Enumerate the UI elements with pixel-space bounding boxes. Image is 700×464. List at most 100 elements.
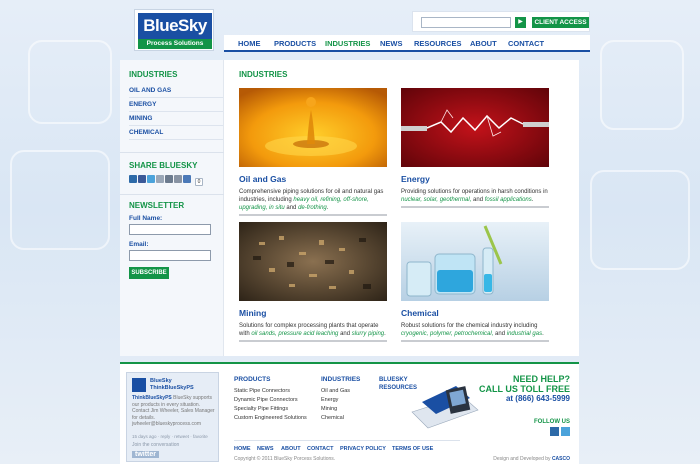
footer-product-link[interactable]: Specialty Pipe Fittings: [234, 406, 288, 412]
full-name-field[interactable]: [129, 224, 211, 235]
twitter-account-name[interactable]: BlueSky ThinkBlueSkyPS: [150, 378, 194, 392]
share-count: 0: [195, 178, 203, 186]
sidebar-item-mining[interactable]: MINING: [129, 115, 223, 126]
designer-credit-prefix: Design and Developed by: [493, 456, 552, 462]
full-name-label: Full Name:: [129, 215, 163, 222]
card-desc-highlight[interactable]: nuclear, solar, geothermal,: [401, 197, 471, 203]
card-desc-text: and: [338, 331, 352, 337]
nav-resources[interactable]: RESOURCES: [414, 39, 462, 48]
email-field[interactable]: [129, 250, 211, 261]
card-desc-highlight[interactable]: de-frothing: [298, 205, 327, 211]
search-input[interactable]: [421, 17, 511, 28]
nav-news[interactable]: NEWS: [380, 39, 403, 48]
follow-us-label: FOLLOW US: [534, 419, 570, 425]
linkedin-icon[interactable]: [129, 175, 137, 183]
content-panel: INDUSTRIES OIL AND GAS ENERGY MINING CHE…: [120, 60, 579, 356]
client-access-button[interactable]: CLIENT ACCESS: [532, 17, 589, 28]
logo-tagline: Process Solutions: [138, 39, 212, 49]
card-title[interactable]: Chemical: [401, 308, 549, 318]
share-icon[interactable]: [165, 175, 173, 183]
linkedin-icon[interactable]: [550, 427, 559, 436]
ore-rock-image[interactable]: [239, 222, 387, 301]
footer: BlueSky ThinkBlueSkyPS ThinkBlueSkyPS Blu…: [120, 362, 579, 464]
footer-nav-about[interactable]: ABOUT: [281, 446, 301, 452]
card-desc-text: Providing solutions for operations in ha…: [401, 189, 548, 195]
card-desc-highlight[interactable]: oil sands, pressure acid leaching: [251, 331, 338, 337]
facebook-icon[interactable]: [138, 175, 146, 183]
nav-contact[interactable]: CONTACT: [508, 39, 544, 48]
help-callout: NEED HELP? CALL US TOLL FREE at (866) 64…: [479, 374, 570, 404]
footer-industry-link[interactable]: Oil and Gas: [321, 388, 350, 394]
print-icon[interactable]: [174, 175, 182, 183]
help-heading: NEED HELP?: [512, 374, 570, 384]
sidebar-item-energy[interactable]: ENERGY: [129, 101, 223, 112]
card-desc-text: and: [284, 205, 299, 211]
twitter-icon[interactable]: [561, 427, 570, 436]
subscribe-button[interactable]: SUBSCRIBE: [129, 267, 169, 279]
footer-divider: [234, 440, 460, 441]
sidebar-item-chemical[interactable]: CHEMICAL: [129, 129, 223, 140]
page-title: INDUSTRIES: [239, 70, 288, 79]
digg-icon[interactable]: [156, 175, 164, 183]
designer-link[interactable]: CASCO: [552, 456, 570, 462]
email-label: Email:: [129, 241, 149, 248]
footer-product-link[interactable]: Custom Engineered Solutions: [234, 415, 307, 421]
share-heading: SHARE BLUESKY: [129, 161, 198, 170]
help-phone[interactable]: at (866) 643-5999: [479, 394, 570, 404]
footer-nav-news[interactable]: NEWS: [257, 446, 274, 452]
card-desc-highlight[interactable]: slurry piping: [352, 331, 384, 337]
newsletter-heading: NEWSLETTER: [129, 201, 185, 210]
tweet-text: ThinkBlueSkyPS BlueSky supports our prod…: [132, 395, 216, 428]
search-bar: ▶ CLIENT ACCESS: [412, 11, 590, 32]
tweet-meta[interactable]: 15 days ago · reply · retweet · favorite: [132, 434, 208, 439]
background-decoration: [28, 40, 112, 124]
search-go-button[interactable]: ▶: [515, 17, 526, 28]
nav-home[interactable]: HOME: [238, 39, 261, 48]
card-desc-text: .: [531, 197, 534, 203]
card-description: Providing solutions for operations in ha…: [401, 188, 549, 208]
industry-card-oil-and-gas: Oil and Gas Comprehensive piping solutio…: [239, 88, 387, 216]
footer-nav-terms-of-use[interactable]: TERMS OF USE: [392, 446, 433, 452]
card-desc-highlight[interactable]: industrial gas: [507, 331, 542, 337]
footer-nav-privacy-policy[interactable]: PRIVACY POLICY: [340, 446, 386, 452]
twitter-logo[interactable]: twitter: [132, 451, 159, 458]
twitter-widget: BlueSky ThinkBlueSkyPS ThinkBlueSkyPS Blu…: [126, 372, 219, 462]
twitter-account-line: ThinkBlueSkyPS: [150, 385, 194, 391]
nav-about[interactable]: ABOUT: [470, 39, 497, 48]
tweet-handle[interactable]: ThinkBlueSkyPS: [132, 395, 172, 401]
twitter-icon[interactable]: [147, 175, 155, 183]
footer-product-link[interactable]: Static Pipe Connectors: [234, 388, 290, 394]
card-desc-text: and: [471, 197, 485, 203]
twitter-avatar[interactable]: [132, 378, 146, 392]
electric-arc-image[interactable]: [401, 88, 549, 167]
add-icon[interactable]: [183, 175, 191, 183]
logo-wordmark: BlueSky: [138, 13, 212, 39]
resources-brochure-image[interactable]: [392, 376, 482, 434]
card-desc-highlight[interactable]: fossil applications: [485, 197, 532, 203]
chemical-beakers-image[interactable]: [401, 222, 549, 301]
card-description: Solutions for complex processing plants …: [239, 322, 387, 342]
industry-card-chemical: Chemical Robust solutions for the chemic…: [401, 222, 549, 342]
oil-drop-image[interactable]: [239, 88, 387, 167]
footer-nav-contact[interactable]: CONTACT: [307, 446, 333, 452]
card-desc-text: .: [542, 331, 544, 337]
sidebar-divider: [120, 194, 224, 195]
nav-products[interactable]: PRODUCTS: [274, 39, 316, 48]
footer-product-link[interactable]: Dynamic Pipe Connectors: [234, 397, 298, 403]
footer-industry-link[interactable]: Chemical: [321, 415, 344, 421]
sidebar-item-oil-and-gas[interactable]: OIL AND GAS: [129, 87, 223, 98]
card-desc-text: and: [493, 331, 507, 337]
bluesky-logo[interactable]: BlueSky Process Solutions: [134, 9, 214, 51]
twitter-join-link[interactable]: Join the conversation: [132, 442, 179, 448]
footer-nav-home[interactable]: HOME: [234, 446, 251, 452]
industry-card-energy: Energy Providing solutions for operation…: [401, 88, 549, 208]
card-title[interactable]: Mining: [239, 308, 387, 318]
card-title[interactable]: Energy: [401, 174, 549, 184]
footer-industry-link[interactable]: Energy: [321, 397, 338, 403]
footer-industry-link[interactable]: Mining: [321, 406, 337, 412]
card-desc-highlight[interactable]: cryogenic, polymer, petrochemical,: [401, 331, 493, 337]
nav-industries[interactable]: INDUSTRIES: [325, 39, 370, 48]
sidebar-industries-heading: INDUSTRIES: [129, 70, 178, 79]
background-decoration: [10, 150, 110, 250]
card-title[interactable]: Oil and Gas: [239, 174, 387, 184]
